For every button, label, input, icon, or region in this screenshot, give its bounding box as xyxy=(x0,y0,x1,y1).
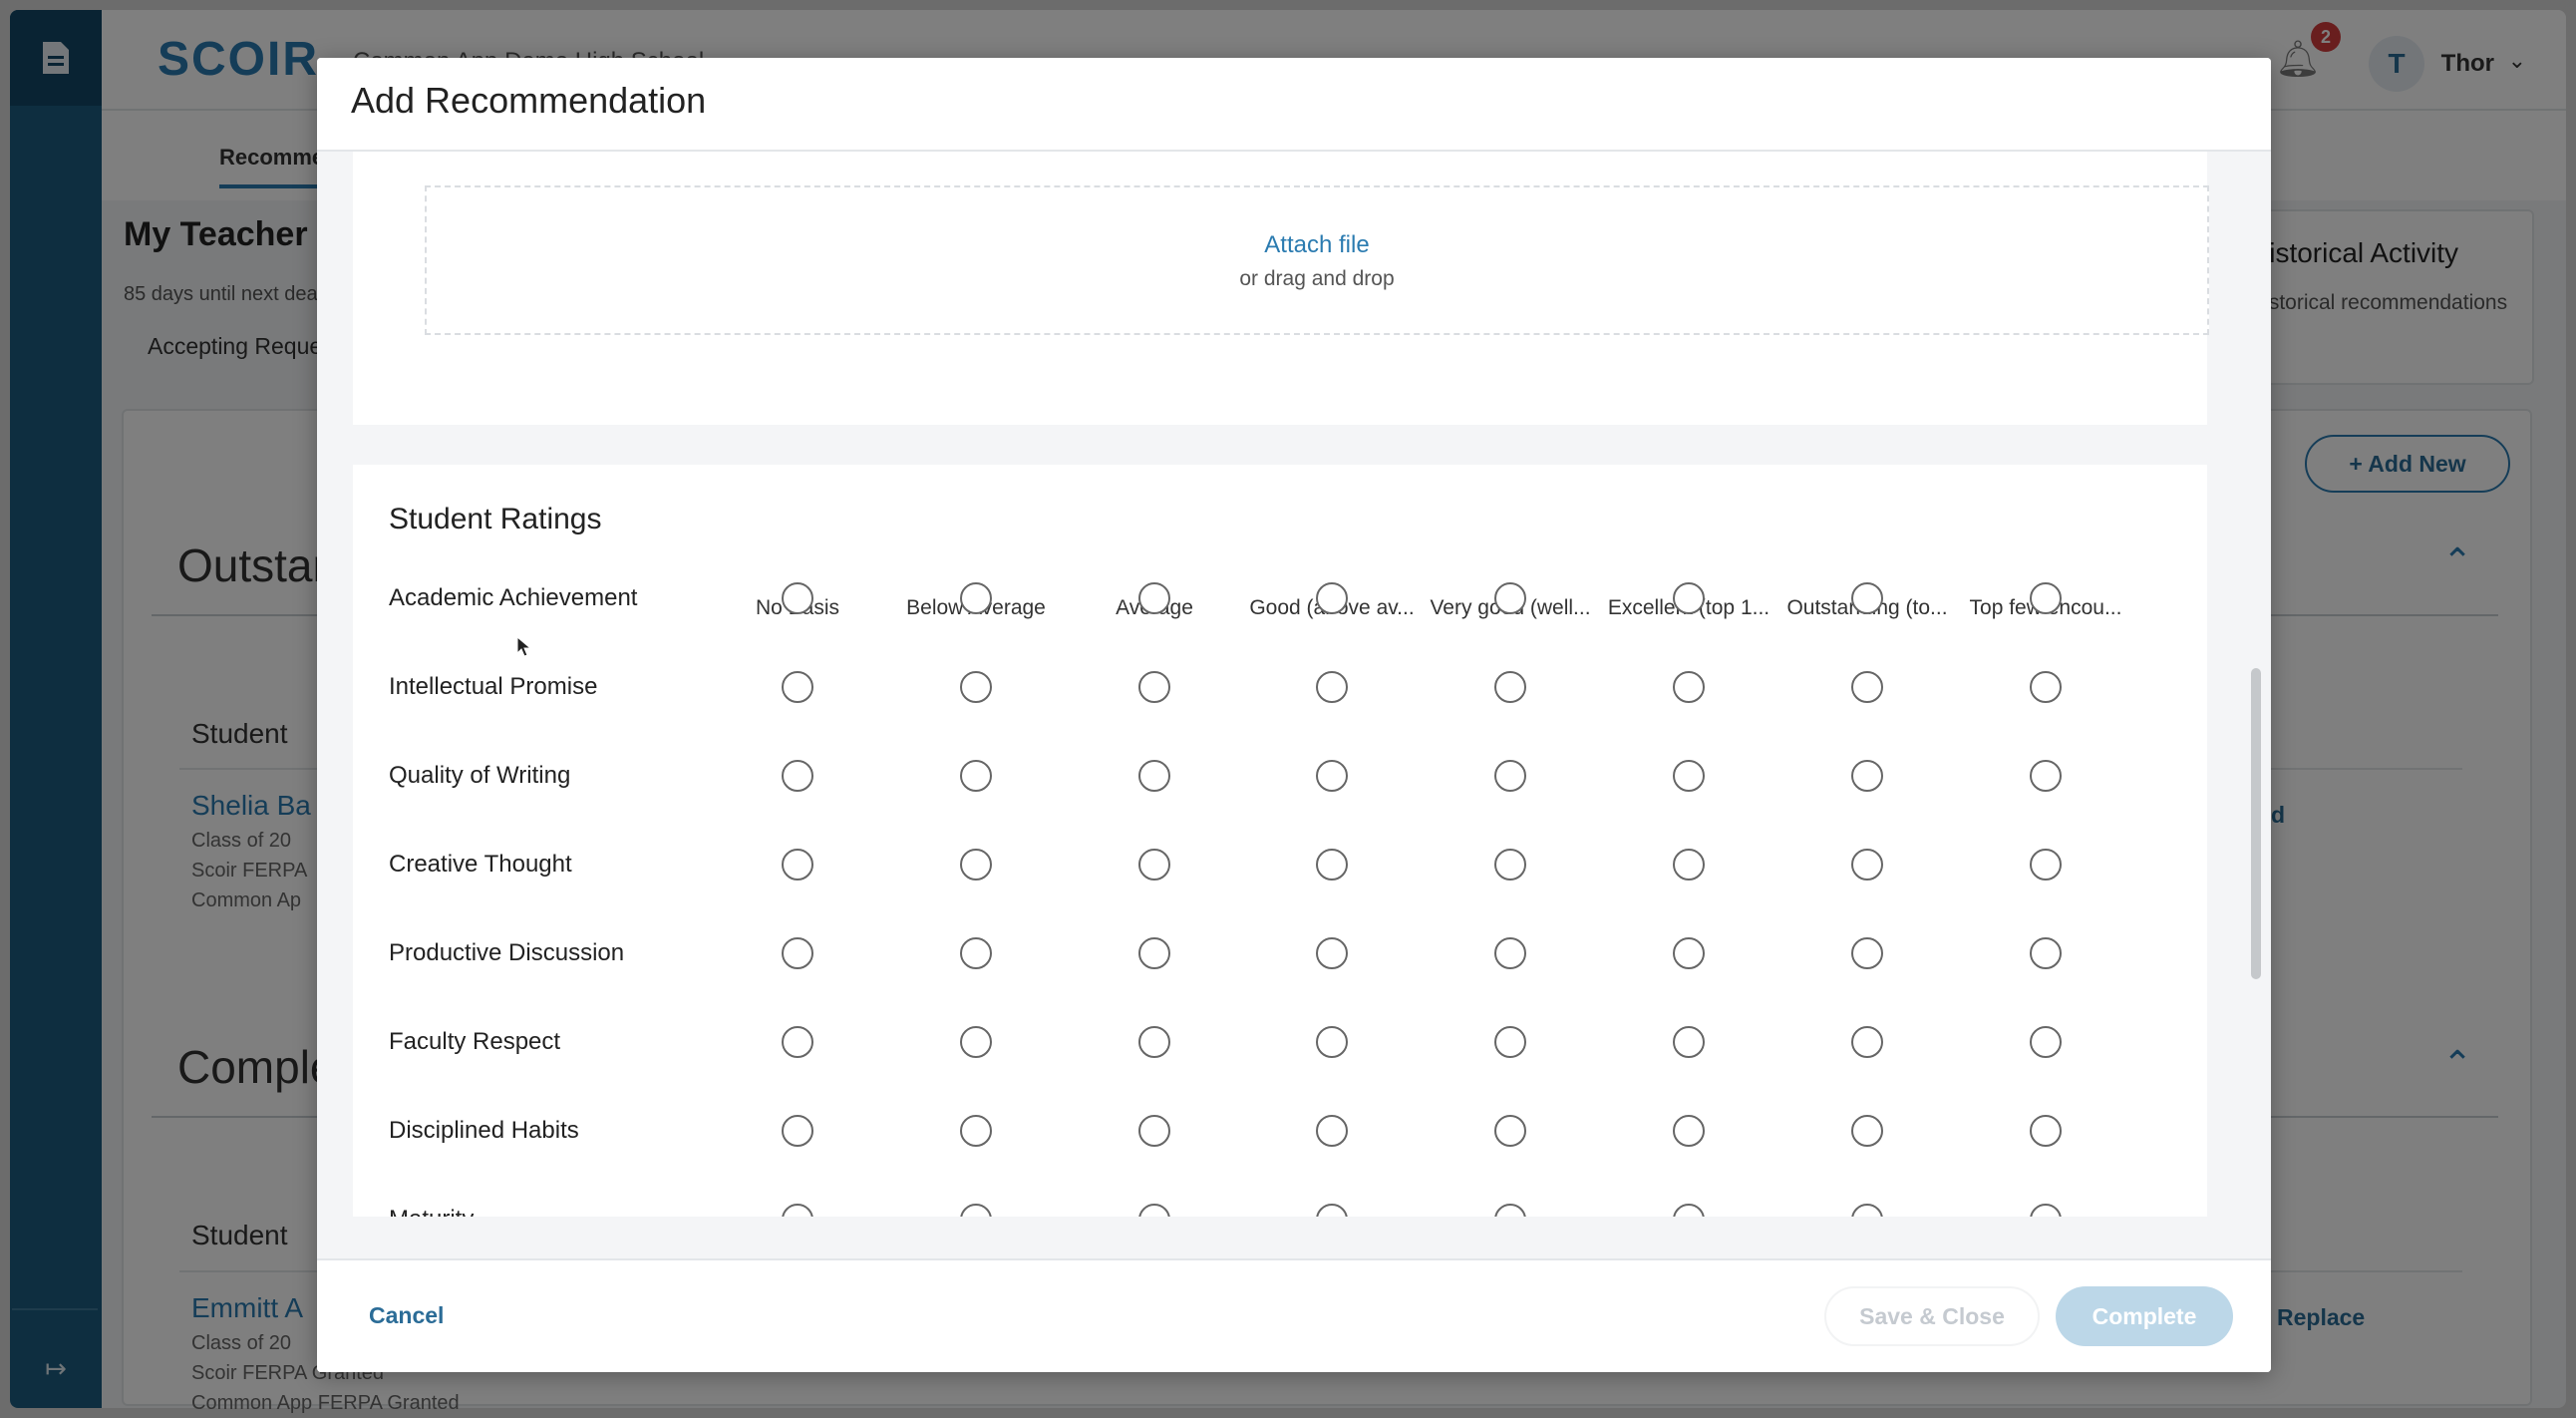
rating-radio[interactable] xyxy=(960,1026,992,1058)
rating-radio[interactable] xyxy=(1851,582,1883,614)
rating-radio[interactable] xyxy=(1494,760,1526,792)
rating-radio[interactable] xyxy=(1494,1026,1526,1058)
rating-radio[interactable] xyxy=(1494,937,1526,969)
rating-radio[interactable] xyxy=(1316,1026,1348,1058)
rating-radio[interactable] xyxy=(960,1204,992,1217)
rating-row-label: Creative Thought xyxy=(389,851,572,878)
rating-radio[interactable] xyxy=(1316,1115,1348,1147)
rating-radio[interactable] xyxy=(960,582,992,614)
rating-radio[interactable] xyxy=(782,849,813,881)
drag-drop-hint: or drag and drop xyxy=(1239,267,1395,290)
rating-radio[interactable] xyxy=(1673,760,1705,792)
rating-radio[interactable] xyxy=(1138,582,1170,614)
rating-radio[interactable] xyxy=(960,1115,992,1147)
rating-radio[interactable] xyxy=(1494,1204,1526,1217)
rating-row-label: Academic Achievement xyxy=(389,584,638,611)
rating-radio[interactable] xyxy=(1673,849,1705,881)
rating-radio[interactable] xyxy=(1851,849,1883,881)
modal-title: Add Recommendation xyxy=(351,80,707,121)
rating-row-label: Disciplined Habits xyxy=(389,1117,579,1144)
file-dropzone[interactable]: Attach file or drag and drop xyxy=(425,185,2209,335)
rating-radio[interactable] xyxy=(2030,760,2062,792)
rating-radio[interactable] xyxy=(782,937,813,969)
rating-radio[interactable] xyxy=(1494,582,1526,614)
rating-radio[interactable] xyxy=(2030,849,2062,881)
rating-radio[interactable] xyxy=(1673,1115,1705,1147)
rating-radio[interactable] xyxy=(1138,1115,1170,1147)
cancel-button[interactable]: Cancel xyxy=(369,1302,444,1329)
add-recommendation-modal: Add Recommendation Attach file or drag a… xyxy=(317,58,2271,1372)
rating-radio[interactable] xyxy=(1851,1204,1883,1217)
rating-radio[interactable] xyxy=(2030,1115,2062,1147)
rating-radio[interactable] xyxy=(1673,582,1705,614)
rating-radio[interactable] xyxy=(2030,1204,2062,1217)
rating-radio[interactable] xyxy=(1673,1204,1705,1217)
rating-radio[interactable] xyxy=(960,849,992,881)
rating-radio[interactable] xyxy=(1494,671,1526,703)
rating-radio[interactable] xyxy=(1316,849,1348,881)
rating-radio[interactable] xyxy=(782,582,813,614)
student-ratings-section: Student Ratings No BasisBelow AverageAve… xyxy=(353,465,2207,1217)
mouse-cursor-icon xyxy=(516,636,532,657)
rating-radio[interactable] xyxy=(1494,1115,1526,1147)
rating-row-label: Productive Discussion xyxy=(389,939,625,966)
rating-radio[interactable] xyxy=(1316,582,1348,614)
rating-radio[interactable] xyxy=(2030,937,2062,969)
rating-radio[interactable] xyxy=(782,1026,813,1058)
rating-radio[interactable] xyxy=(1138,760,1170,792)
rating-radio[interactable] xyxy=(1138,1204,1170,1217)
rating-radio[interactable] xyxy=(782,1115,813,1147)
rating-radio[interactable] xyxy=(960,671,992,703)
modal-scrollbar[interactable] xyxy=(2251,668,2261,979)
rating-radio[interactable] xyxy=(2030,671,2062,703)
rating-radio[interactable] xyxy=(960,937,992,969)
complete-button[interactable]: Complete xyxy=(2056,1286,2233,1346)
rating-radio[interactable] xyxy=(1316,760,1348,792)
rating-radio[interactable] xyxy=(1316,937,1348,969)
rating-radio[interactable] xyxy=(1316,671,1348,703)
rating-radio[interactable] xyxy=(782,671,813,703)
rating-radio[interactable] xyxy=(1494,849,1526,881)
modal-body: Attach file or drag and drop Student Rat… xyxy=(317,152,2271,1217)
rating-radio[interactable] xyxy=(1851,937,1883,969)
rating-radio[interactable] xyxy=(1851,1026,1883,1058)
rating-row-label: Intellectual Promise xyxy=(389,673,598,700)
modal-footer: Cancel Save & Close Complete xyxy=(317,1258,2271,1372)
ratings-title: Student Ratings xyxy=(389,503,602,535)
rating-row-label: Faculty Respect xyxy=(389,1028,561,1055)
rating-radio[interactable] xyxy=(1673,937,1705,969)
rating-row-label: Maturity xyxy=(389,1206,474,1217)
rating-radio[interactable] xyxy=(2030,1026,2062,1058)
rating-radio[interactable] xyxy=(1138,1026,1170,1058)
rating-radio[interactable] xyxy=(1673,671,1705,703)
rating-radio[interactable] xyxy=(1851,1115,1883,1147)
save-close-button[interactable]: Save & Close xyxy=(1824,1286,2040,1346)
rating-radio[interactable] xyxy=(1851,671,1883,703)
modal-header: Add Recommendation xyxy=(317,58,2271,152)
rating-radio[interactable] xyxy=(782,760,813,792)
rating-radio[interactable] xyxy=(960,760,992,792)
rating-radio[interactable] xyxy=(1851,760,1883,792)
rating-radio[interactable] xyxy=(1138,671,1170,703)
rating-radio[interactable] xyxy=(1316,1204,1348,1217)
attachment-section: Attach file or drag and drop xyxy=(353,152,2209,425)
attach-file-link[interactable]: Attach file xyxy=(427,231,2207,259)
rating-row-label: Quality of Writing xyxy=(389,762,571,789)
rating-radio[interactable] xyxy=(1673,1026,1705,1058)
rating-radio[interactable] xyxy=(1138,849,1170,881)
rating-radio[interactable] xyxy=(782,1204,813,1217)
rating-radio[interactable] xyxy=(1138,937,1170,969)
rating-radio[interactable] xyxy=(2030,582,2062,614)
